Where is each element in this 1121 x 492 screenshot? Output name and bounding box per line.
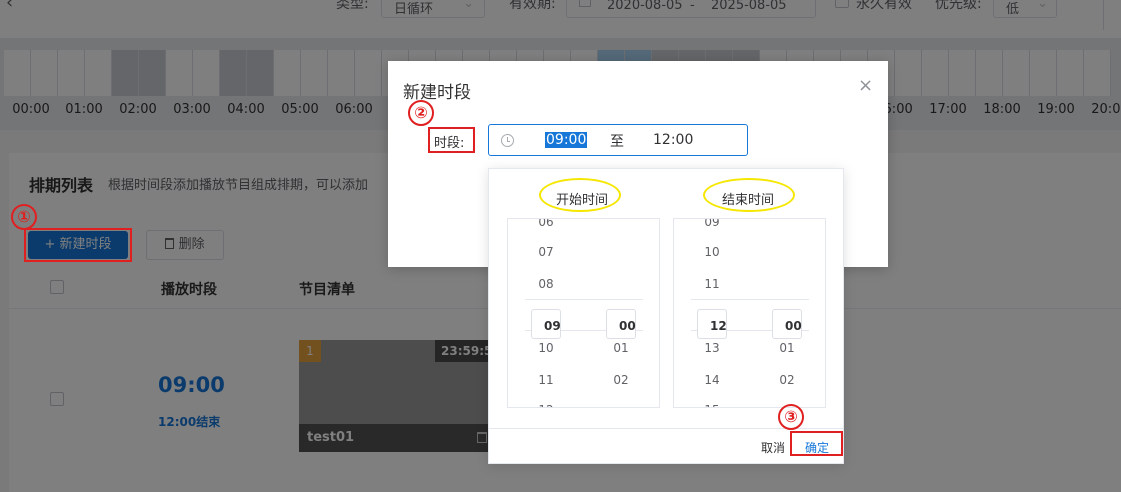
range-separator: 至 [610,134,624,150]
annotation-box-add-button [24,228,132,262]
highlight-end-header [703,178,795,212]
end-time-input[interactable]: 12:00 [653,132,693,148]
dialog-title: 新建时段 [403,83,471,103]
hour-option-selected[interactable]: 12 [697,309,727,339]
minute-option[interactable]: 01 [606,341,636,355]
annotation-step-3: ③ [778,404,804,430]
hour-option[interactable]: 10 [531,341,561,355]
annotation-box-period-label [428,127,475,153]
end-time-spinner[interactable]: 09 10 11 12 13 14 15 00 01 02 [673,218,826,408]
annotation-step-2: ② [408,100,434,126]
hour-option[interactable]: 13 [697,341,727,355]
hour-option[interactable]: 14 [697,373,727,387]
minute-option-selected[interactable]: 00 [606,309,636,339]
minute-option-selected[interactable]: 00 [772,309,802,339]
annotation-box-confirm [790,431,843,456]
hour-option-selected[interactable]: 09 [531,309,561,339]
hour-option[interactable]: 06 [531,219,561,229]
minute-option[interactable]: 02 [606,373,636,387]
cancel-button[interactable]: 取消 [761,439,785,456]
hour-option[interactable]: 09 [697,219,727,229]
minute-option[interactable]: 01 [772,341,802,355]
start-time-input[interactable]: 09:00 [545,132,588,148]
hour-option[interactable]: 11 [531,373,561,387]
minute-option[interactable]: 02 [772,373,802,387]
hour-option[interactable]: 12 [531,403,561,407]
highlight-start-header [539,178,621,212]
hour-option[interactable]: 10 [697,245,727,259]
hour-option[interactable]: 08 [531,277,561,291]
start-time-spinner[interactable]: 06 07 08 09 10 11 12 00 01 02 [507,218,660,408]
hour-option[interactable]: 07 [531,245,561,259]
clock-icon [501,134,514,147]
time-range-input[interactable]: 09:00 至 12:00 [488,124,748,156]
hour-option[interactable]: 11 [697,277,727,291]
hour-option[interactable]: 15 [697,403,727,407]
close-icon[interactable]: × [858,75,873,96]
annotation-step-1: ① [11,204,37,230]
